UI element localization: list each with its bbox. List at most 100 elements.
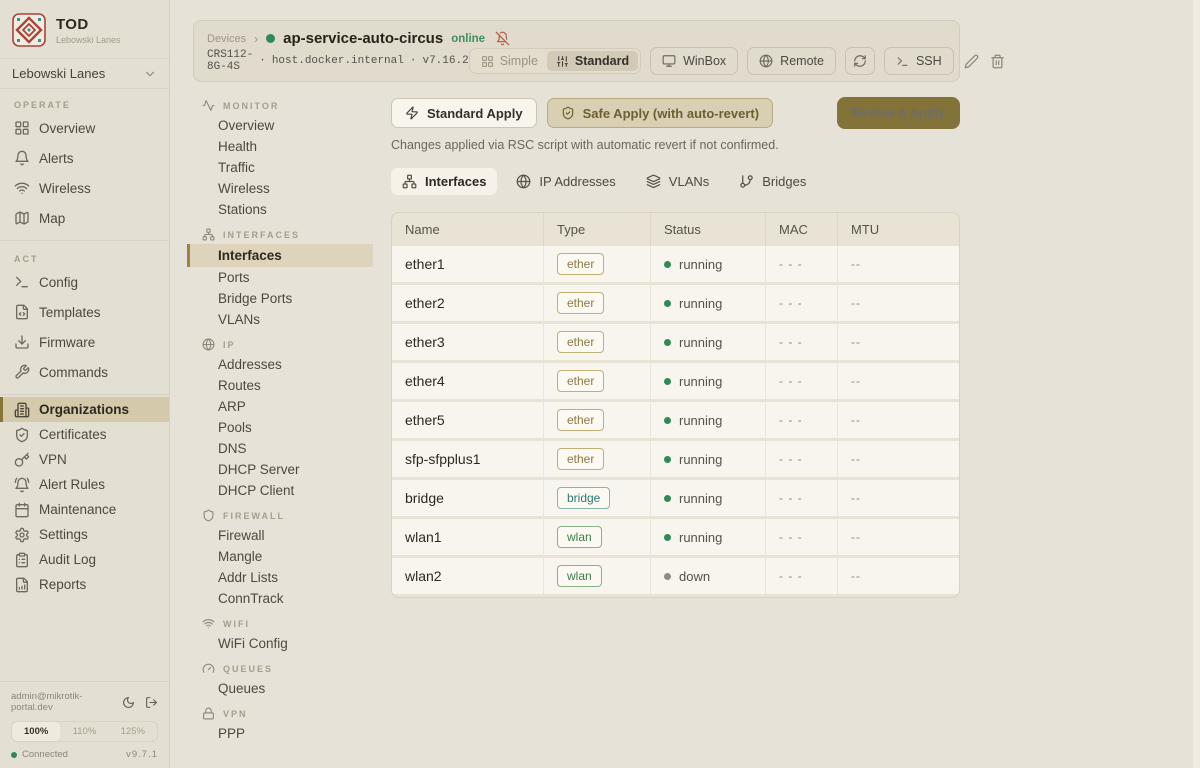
sidebar-item-settings[interactable]: Settings [0, 522, 169, 547]
sidebar-item-audit-log[interactable]: Audit Log [0, 547, 169, 572]
nav-item-dhcp-server[interactable]: DHCP Server [187, 459, 373, 480]
bell-off-icon[interactable] [495, 31, 510, 46]
zoom-option-125[interactable]: 125% [109, 722, 157, 741]
sidebar-item-vpn[interactable]: VPN [0, 447, 169, 472]
mtu-value: -- [837, 480, 959, 516]
tab-ip-addresses[interactable]: IP Addresses [505, 168, 626, 195]
nav-item-conntrack[interactable]: ConnTrack [187, 588, 373, 609]
table-row[interactable]: sfp-sfpplus1 ether running - - - -- [392, 441, 959, 477]
nav-item-stations[interactable]: Stations [187, 199, 373, 220]
nav-item-vlans[interactable]: VLANs [187, 309, 373, 330]
view-simple-button[interactable]: Simple [472, 51, 547, 71]
sidebar-item-templates[interactable]: Templates [0, 297, 169, 327]
sidebar-item-organizations[interactable]: Organizations [0, 397, 169, 422]
column-header-name[interactable]: Name [392, 213, 543, 246]
safe-apply-button[interactable]: Safe Apply (with auto-revert) [547, 98, 773, 128]
ssh-button[interactable]: SSH [884, 47, 954, 75]
sidebar-item-maintenance[interactable]: Maintenance [0, 497, 169, 522]
nav-item-queues[interactable]: Queues [187, 678, 373, 699]
table-row[interactable]: ether1 ether running - - - -- [392, 246, 959, 282]
table-row[interactable]: wlan2 wlan down - - - -- [392, 558, 959, 594]
scrollbar[interactable] [1193, 0, 1200, 768]
zoom-option-110[interactable]: 110% [60, 722, 108, 741]
nav-item-firewall[interactable]: Firewall [187, 525, 373, 546]
interface-name: ether4 [392, 363, 543, 399]
mtu-value: -- [837, 246, 959, 282]
sidebar-footer: admin@mikrotik-portal.dev 100% 110% 125%… [0, 681, 169, 768]
nav-item-bridge-ports[interactable]: Bridge Ports [187, 288, 373, 309]
table-row[interactable]: ether4 ether running - - - -- [392, 363, 959, 399]
org-selector[interactable]: Lebowski Lanes [0, 59, 169, 89]
column-header-mtu[interactable]: MTU [837, 213, 959, 246]
standard-apply-label: Standard Apply [427, 106, 523, 121]
gauge-icon [202, 662, 215, 675]
device-online-dot-icon [266, 34, 275, 43]
nav-item-wireless[interactable]: Wireless [187, 178, 373, 199]
device-name: ap-service-auto-circus [283, 30, 443, 47]
breadcrumb: Devices › ap-service-auto-circus online [207, 30, 946, 47]
remote-button[interactable]: Remote [747, 47, 836, 75]
tab-interfaces[interactable]: Interfaces [391, 168, 497, 195]
table-row[interactable]: wlan1 wlan running - - - -- [392, 519, 959, 555]
globe-icon [516, 174, 531, 189]
brand-text: TOD Lebowski Lanes [56, 16, 121, 45]
sidebar-item-label: Firmware [39, 335, 95, 350]
refresh-button[interactable] [845, 47, 875, 75]
sidebar-item-map[interactable]: Map [0, 203, 169, 233]
nav-section-label: QUEUES [223, 664, 273, 674]
zoom-option-100[interactable]: 100% [12, 722, 60, 741]
nav-item-ports[interactable]: Ports [187, 267, 373, 288]
nav-item-routes[interactable]: Routes [187, 375, 373, 396]
nav-item-pools[interactable]: Pools [187, 417, 373, 438]
delete-device-button[interactable] [989, 54, 1006, 69]
nav-item-wifi-config[interactable]: WiFi Config [187, 633, 373, 654]
sidebar-item-label: Map [39, 211, 65, 226]
sidebar-item-alerts[interactable]: Alerts [0, 143, 169, 173]
nav-item-traffic[interactable]: Traffic [187, 157, 373, 178]
view-standard-button[interactable]: Standard [547, 51, 638, 71]
standard-apply-button[interactable]: Standard Apply [391, 98, 537, 128]
mac-value: - - - [765, 363, 837, 399]
sidebar-item-commands[interactable]: Commands [0, 357, 169, 387]
table-row[interactable]: ether3 ether running - - - -- [392, 324, 959, 360]
nav-item-overview[interactable]: Overview [187, 115, 373, 136]
table-row[interactable]: ether2 ether running - - - -- [392, 285, 959, 321]
column-header-status[interactable]: Status [650, 213, 765, 246]
nav-item-ppp[interactable]: PPP [187, 723, 373, 744]
logout-icon[interactable] [145, 696, 158, 709]
nav-item-dhcp-client[interactable]: DHCP Client [187, 480, 373, 501]
tab-vlans[interactable]: VLANs [635, 168, 720, 195]
column-header-type[interactable]: Type [543, 213, 650, 246]
winbox-label: WinBox [683, 54, 726, 68]
nav-item-interfaces[interactable]: Interfaces [187, 244, 373, 267]
key-icon [14, 452, 30, 468]
sidebar-item-certificates[interactable]: Certificates [0, 422, 169, 447]
winbox-button[interactable]: WinBox [650, 47, 738, 75]
column-header-mac[interactable]: MAC [765, 213, 837, 246]
nav-item-addresses[interactable]: Addresses [187, 354, 373, 375]
nav-item-mangle[interactable]: Mangle [187, 546, 373, 567]
table-row[interactable]: ether5 ether running - - - -- [392, 402, 959, 438]
review-apply-button[interactable]: Review & Apply [837, 97, 960, 129]
sidebar-item-reports[interactable]: Reports [0, 572, 169, 597]
sidebar-item-overview[interactable]: Overview [0, 113, 169, 143]
sidebar-item-config[interactable]: Config [0, 267, 169, 297]
globe-icon [202, 338, 215, 351]
nav-item-dns[interactable]: DNS [187, 438, 373, 459]
nav-item-addr-lists[interactable]: Addr Lists [187, 567, 373, 588]
tab-bridges[interactable]: Bridges [728, 168, 817, 195]
sidebar-item-wireless[interactable]: Wireless [0, 173, 169, 203]
moon-icon[interactable] [122, 696, 135, 709]
nav-item-health[interactable]: Health [187, 136, 373, 157]
lock-icon [202, 707, 215, 720]
safe-apply-label: Safe Apply (with auto-revert) [583, 106, 759, 121]
tab-label: Bridges [762, 174, 806, 189]
status-text: running [679, 491, 722, 506]
nav-item-arp[interactable]: ARP [187, 396, 373, 417]
table-row[interactable]: bridge bridge running - - - -- [392, 480, 959, 516]
edit-device-button[interactable] [963, 54, 980, 69]
sidebar-item-alert-rules[interactable]: Alert Rules [0, 472, 169, 497]
breadcrumb-devices-link[interactable]: Devices [207, 33, 246, 45]
nav-section-interfaces: INTERFACES [187, 220, 373, 244]
sidebar-item-firmware[interactable]: Firmware [0, 327, 169, 357]
